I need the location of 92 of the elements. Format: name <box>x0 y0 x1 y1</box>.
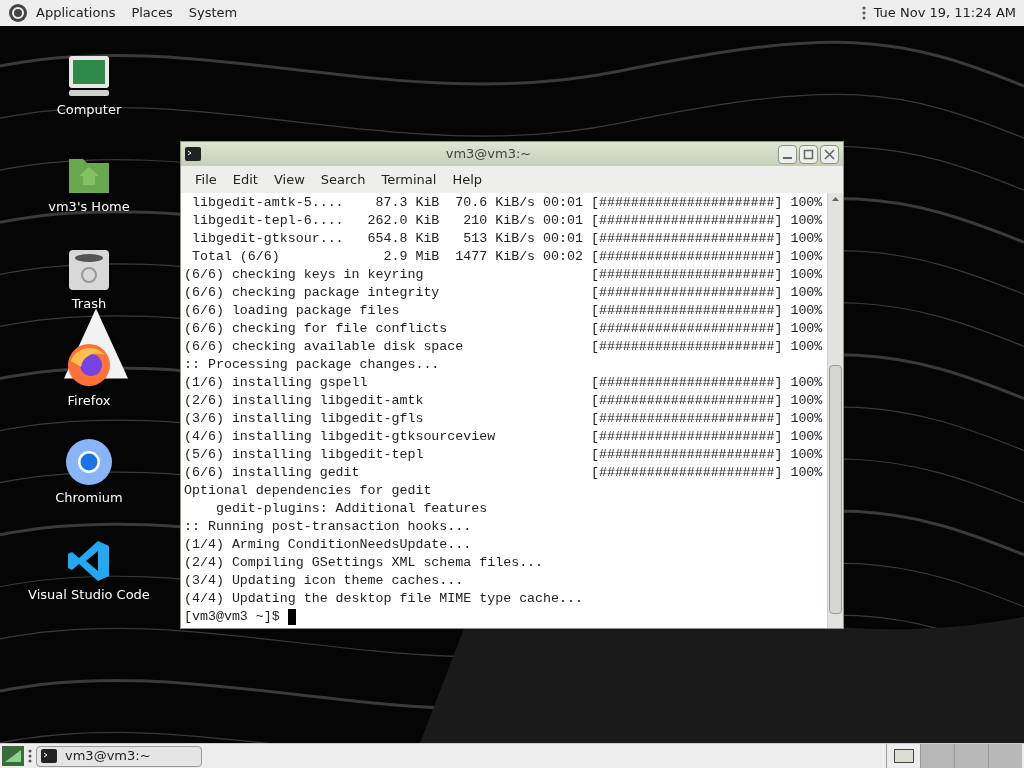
maximize-button[interactable] <box>799 144 818 164</box>
progress-text: [######################] <box>590 230 783 248</box>
terminal-line: :: Processing package changes... <box>184 356 441 374</box>
progress-text: [######################] <box>590 302 783 320</box>
minimize-button[interactable] <box>778 144 797 164</box>
menu-item[interactable]: File <box>189 169 223 190</box>
percent-text: 100% <box>790 410 823 428</box>
terminal-line: libgedit-tepl-6.... 262.0 KiB 210 KiB/s 00:01 <box>190 212 584 230</box>
taskbar-button[interactable]: vm3@vm3:~ <box>36 745 202 767</box>
close-button[interactable] <box>820 144 839 164</box>
terminal-line: (6/6) checking keys in keyring <box>184 266 425 284</box>
clock[interactable]: Tue Nov 19, 11:24 AM <box>873 3 1016 23</box>
terminal-line: (1/6) installing gspell <box>184 374 369 392</box>
terminal-line: (1/4) Arming ConditionNeedsUpdate... <box>184 536 473 554</box>
minimize-icon <box>783 157 792 159</box>
scrollbar[interactable] <box>827 193 843 628</box>
text-cursor <box>287 609 296 625</box>
percent-text: 100% <box>790 464 823 482</box>
menu-item[interactable]: Terminal <box>375 169 443 190</box>
terminal-line: :: Running post-transaction hooks... <box>184 518 473 536</box>
handle-icon[interactable] <box>28 749 32 763</box>
terminal-line: libgedit-amtk-5.... 87.3 KiB 70.6 KiB/s 00:01 <box>190 194 584 212</box>
percent-text: 100% <box>790 446 823 464</box>
progress-text: [######################] <box>590 374 783 392</box>
percent-text: 100% <box>790 374 823 392</box>
window-title: vm3@vm3:~ <box>444 145 533 164</box>
terminal-line: (6/6) installing gedit <box>184 464 361 482</box>
desktop-icon-label[interactable]: Computer <box>56 102 122 118</box>
progress-text: [######################] <box>590 446 783 464</box>
progress-text: [######################] <box>590 248 783 266</box>
panel-menu[interactable]: Places <box>131 3 173 23</box>
terminal-line: (6/6) loading package files <box>184 302 401 320</box>
percent-text: 100% <box>790 230 823 248</box>
terminal-line: (4/4) Updating the desktop file MIME type cache... <box>184 590 584 608</box>
terminal-line: Optional dependencies for gedit <box>184 482 433 500</box>
menu-item[interactable]: Help <box>446 169 489 190</box>
close-icon <box>824 148 835 160</box>
shell-prompt: [vm3@vm3 ~]$ <box>184 608 280 626</box>
terminal-line: (6/6) checking available disk space <box>184 338 465 356</box>
monitor-icon <box>67 54 111 98</box>
progress-text: [######################] <box>590 410 783 428</box>
desktop-icon-label[interactable]: Chromium <box>55 490 123 506</box>
desktop-icon-label[interactable]: Firefox <box>67 393 111 409</box>
handle-icon[interactable] <box>861 6 866 20</box>
show-desktop-icon[interactable] <box>2 746 24 766</box>
code-editor-icon <box>67 539 111 583</box>
scrollbar-thumb[interactable] <box>829 365 842 614</box>
trash-icon <box>67 248 111 292</box>
terminal-line: (3/6) installing libgedit-gfls <box>184 410 425 428</box>
terminal-line: libgedit-gtksour... 654.8 KiB 513 KiB/s 00:01 <box>190 230 584 248</box>
progress-text: [######################] <box>590 212 783 230</box>
percent-text: 100% <box>790 320 823 338</box>
fox-globe-icon <box>65 341 113 389</box>
terminal-line: (5/6) installing libgedit-tepl <box>184 446 425 464</box>
terminal-line: (2/4) Compiling GSettings XML schema files... <box>184 554 545 572</box>
terminal-icon <box>41 749 57 763</box>
menu-item[interactable]: View <box>267 169 311 190</box>
progress-text: [######################] <box>590 266 783 284</box>
terminal-line: gedit-plugins: Additional features <box>214 500 489 518</box>
percent-text: 100% <box>790 302 823 320</box>
terminal-line: (3/4) Updating icon theme caches... <box>184 572 465 590</box>
terminal-line: Total (6/6) 2.9 MiB 1477 KiB/s 00:02 <box>190 248 584 266</box>
menu-item[interactable]: Edit <box>226 169 264 190</box>
percent-text: 100% <box>790 266 823 284</box>
percent-text: 100% <box>790 284 823 302</box>
percent-text: 100% <box>790 428 823 446</box>
chromium-icon <box>65 438 113 486</box>
window-preview <box>893 749 914 763</box>
progress-text: [######################] <box>590 428 783 446</box>
panel-menu[interactable]: System <box>188 3 238 23</box>
terminal-line: (2/6) installing libgedit-amtk <box>184 392 425 410</box>
progress-text: [######################] <box>590 464 783 482</box>
menu-item[interactable]: Search <box>314 169 372 190</box>
desktop-icon-label[interactable]: Visual Studio Code <box>28 587 150 603</box>
progress-text: [######################] <box>590 392 783 410</box>
percent-text: 100% <box>790 338 823 356</box>
terminal-icon <box>185 147 201 161</box>
terminal-line: (6/6) checking package integrity <box>184 284 441 302</box>
percent-text: 100% <box>790 194 823 212</box>
maximize-icon <box>803 148 814 160</box>
terminal-line: (6/6) checking for file conflicts <box>184 320 449 338</box>
terminal-line: (4/6) installing libgedit-gtksourceview <box>184 428 497 446</box>
panel-menu[interactable]: Applications <box>36 3 116 23</box>
progress-text: [######################] <box>590 338 783 356</box>
progress-text: [######################] <box>590 320 783 338</box>
percent-text: 100% <box>790 212 823 230</box>
percent-text: 100% <box>790 392 823 410</box>
progress-text: [######################] <box>590 194 783 212</box>
progress-text: [######################] <box>590 284 783 302</box>
desktop-icon-label[interactable]: vm3's Home <box>48 199 130 215</box>
percent-text: 100% <box>790 248 823 266</box>
desktop-icon-label[interactable]: Trash <box>71 296 107 312</box>
